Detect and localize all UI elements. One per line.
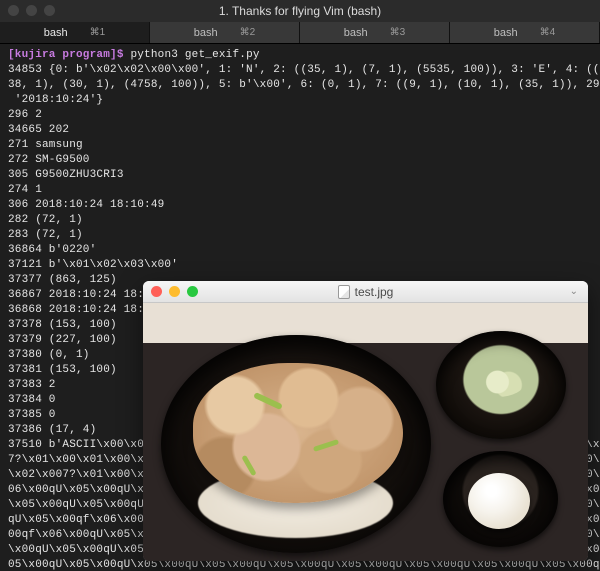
image-title: test.jpg: [338, 285, 394, 299]
photo-egg: [468, 473, 530, 529]
photo-pork: [193, 363, 403, 503]
output-line: 274 1: [8, 184, 42, 196]
image-preview-window[interactable]: test.jpg ⌄: [143, 281, 588, 561]
output-line: 37379 (227, 100): [8, 334, 117, 346]
output-line: 37384 0: [8, 394, 56, 406]
window-title: 1. Thanks for flying Vim (bash): [219, 4, 381, 18]
terminal-titlebar[interactable]: 1. Thanks for flying Vim (bash): [0, 0, 600, 22]
zoom-icon[interactable]: [44, 5, 55, 16]
output-line: 306 2018:10:24 18:10:49: [8, 199, 164, 211]
close-icon[interactable]: [151, 286, 162, 297]
image-filename: test.jpg: [355, 285, 394, 299]
output-line: 34853 {0: b'\x02\x02\x00\x00', 1: 'N', 2…: [8, 64, 600, 76]
output-line: 37378 (153, 100): [8, 319, 117, 331]
output-line: 271 samsung: [8, 139, 83, 151]
command-text: python3 get_exif.py: [130, 49, 259, 61]
tab-1[interactable]: bash ⌘1: [0, 22, 150, 43]
output-line: 37386 (17, 4): [8, 424, 96, 436]
output-line: 37121 b'\x01\x02\x03\x00': [8, 259, 178, 271]
tab-4[interactable]: bash ⌘4: [450, 22, 600, 43]
output-line: 37377 (863, 125): [8, 274, 117, 286]
output-line: 296 2: [8, 109, 42, 121]
photo-tray: [143, 303, 588, 561]
output-line: 34665 202: [8, 124, 69, 136]
prompt-host: [kujira program]: [8, 49, 117, 61]
image-content: [143, 303, 588, 561]
minimize-icon[interactable]: [169, 286, 180, 297]
tab-label: bash: [44, 27, 68, 39]
output-line: 38, 1), (30, 1), (4758, 100)), 5: b'\x00…: [8, 79, 600, 91]
tab-label: bash: [494, 27, 518, 39]
window-controls: [151, 286, 198, 297]
tab-shortcut: ⌘4: [540, 27, 556, 38]
output-line: 282 (72, 1): [8, 214, 83, 226]
image-titlebar[interactable]: test.jpg ⌄: [143, 281, 588, 303]
output-line: 36864 b'0220': [8, 244, 96, 256]
output-line: 37381 (153, 100): [8, 364, 117, 376]
output-line: 37385 0: [8, 409, 56, 421]
zoom-icon[interactable]: [187, 286, 198, 297]
close-icon[interactable]: [8, 5, 19, 16]
output-line: 37380 (0, 1): [8, 349, 90, 361]
tab-label: bash: [344, 27, 368, 39]
prompt-dollar: $: [117, 49, 124, 61]
window-controls: [8, 5, 55, 16]
output-line: '2018:10:24'}: [8, 94, 103, 106]
output-line: 272 SM-G9500: [8, 154, 90, 166]
chevron-down-icon[interactable]: ⌄: [570, 286, 578, 297]
tab-shortcut: ⌘3: [390, 27, 406, 38]
tab-3[interactable]: bash ⌘3: [300, 22, 450, 43]
file-icon: [338, 285, 350, 299]
output-line: 283 (72, 1): [8, 229, 83, 241]
photo-miso-soup: [436, 331, 566, 439]
tab-shortcut: ⌘1: [90, 27, 106, 38]
terminal-tabs: bash ⌘1 bash ⌘2 bash ⌘3 bash ⌘4: [0, 22, 600, 44]
output-line: 305 G9500ZHU3CRI3: [8, 169, 124, 181]
tab-label: bash: [194, 27, 218, 39]
minimize-icon[interactable]: [26, 5, 37, 16]
tab-shortcut: ⌘2: [240, 27, 256, 38]
tab-2[interactable]: bash ⌘2: [150, 22, 300, 43]
output-line: 37383 2: [8, 379, 56, 391]
